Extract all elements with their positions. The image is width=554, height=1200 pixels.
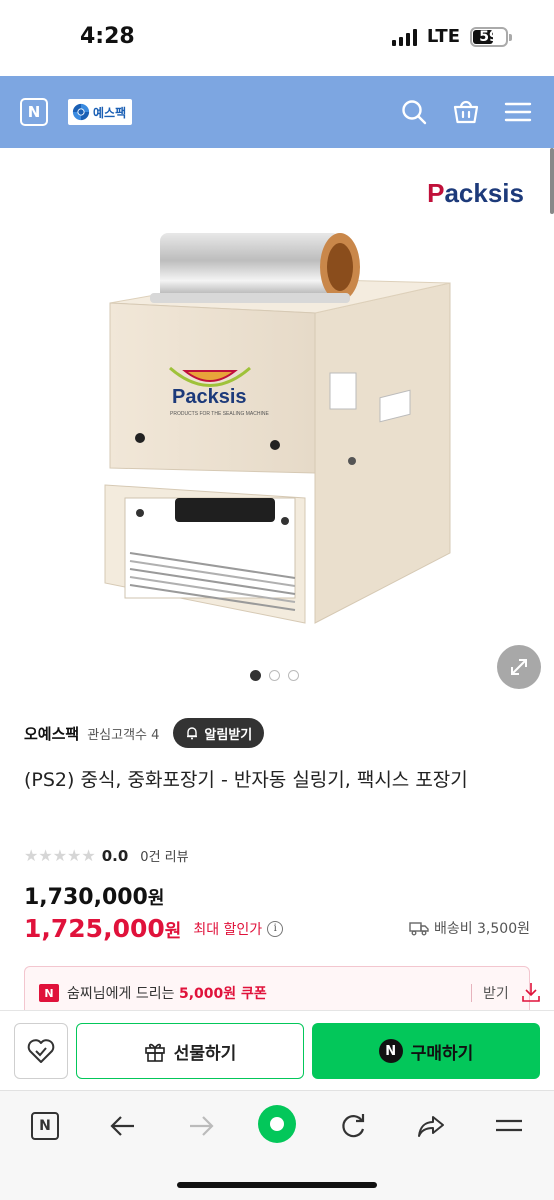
battery-level: 59 [479, 28, 499, 45]
store-fans-count: 관심고객수 4 [87, 727, 160, 743]
status-time: 4:28 [80, 24, 135, 49]
wishlist-button[interactable] [14, 1023, 68, 1079]
bell-plus-icon [187, 727, 198, 740]
carousel-indicator [250, 670, 299, 681]
status-indicators: LTE 59 [391, 26, 512, 47]
green-dot-icon[interactable] [258, 1105, 296, 1143]
carousel-dot-2[interactable] [269, 670, 280, 681]
naver-pay-icon: N [378, 1039, 403, 1063]
search-icon[interactable] [400, 98, 428, 126]
download-icon[interactable] [521, 981, 541, 1003]
share-icon[interactable] [414, 1109, 448, 1143]
coupon-divider [471, 984, 472, 1002]
shopping-bag-icon[interactable] [452, 98, 480, 126]
machine-logo-text: Packsis [172, 386, 247, 408]
product-title: (PS2) 중식, 중화포장기 - 반자동 실링기, 팩시스 포장기 [24, 769, 468, 791]
expand-icon [511, 659, 527, 675]
signal-icon [391, 28, 417, 46]
delivery-truck-icon [409, 922, 429, 936]
carousel-dot-3[interactable] [288, 670, 299, 681]
heart-check-icon [27, 1039, 55, 1063]
n-home-icon[interactable]: N [28, 1109, 62, 1143]
machine-logo-caption: PRODUCTS FOR THE SEALING MACHINE [170, 411, 269, 417]
store-logo[interactable]: 예스팩 [68, 99, 132, 125]
naver-badge-icon: N [39, 984, 59, 1002]
menu-icon[interactable] [504, 98, 532, 126]
gift-label: 선물하기 [173, 1043, 237, 1064]
network-label: LTE [426, 26, 460, 47]
store-name[interactable]: 오예스팩 [24, 723, 79, 744]
rating-stars-icon: ★★★★★ [24, 846, 96, 865]
buy-button[interactable]: N 구매하기 [312, 1023, 540, 1079]
rating-row: ★★★★★ 0.0 0건 리뷰 [24, 846, 189, 865]
shipping-fee-text: 배송비 3,500원 [433, 921, 530, 937]
review-count-link[interactable]: 0건 리뷰 [140, 846, 188, 865]
rating-value: 0.0 [101, 846, 129, 865]
gift-icon [144, 1043, 165, 1062]
battery-icon: 59 [470, 26, 512, 47]
coupon-get-label[interactable]: 받기 [483, 983, 509, 1003]
carousel-dot-1[interactable] [250, 670, 261, 681]
status-bar: 4:28 LTE 59 [0, 0, 554, 76]
shipping-fee: 배송비 3,500원 [409, 918, 530, 938]
back-arrow-icon[interactable] [106, 1109, 140, 1143]
brand-mark-icon [72, 103, 90, 121]
sale-price-row: 1,725,000원 최대 할인가 i [24, 914, 284, 943]
max-discount-label: 최대 할인가 [193, 921, 263, 938]
brand-name: 예스팩 [93, 105, 127, 120]
forward-arrow-icon[interactable] [184, 1109, 218, 1143]
sale-price: 1,725,000원 [24, 914, 182, 943]
alarm-subscribe-button[interactable]: 알림받기 [173, 718, 265, 748]
naver-n-logo[interactable]: N [20, 98, 48, 126]
buy-label: 구매하기 [410, 1043, 474, 1064]
menu-icon[interactable] [492, 1109, 526, 1143]
home-indicator[interactable] [177, 1182, 377, 1188]
store-header: N 예스팩 [0, 76, 554, 148]
original-price: 1,730,000원 [24, 885, 165, 910]
alarm-label: 알림받기 [204, 727, 253, 743]
gift-button[interactable]: 선물하기 [76, 1023, 304, 1079]
packsis-logo: Packsis [427, 178, 524, 208]
info-icon[interactable]: i [267, 920, 284, 937]
page-scrollbar[interactable] [550, 148, 554, 214]
purchase-bar: 선물하기 N 구매하기 [0, 1010, 554, 1090]
reload-icon[interactable] [336, 1109, 370, 1143]
product-image-carousel[interactable]: Packsis Packsis PRODUCTS FOR THE SEALING… [0, 148, 554, 700]
store-info-row: 오예스팩 관심고객수 4 알림받기 [24, 718, 265, 748]
product-machine-image: Packsis PRODUCTS FOR THE SEALING MACHINE [104, 233, 451, 624]
expand-image-button[interactable] [497, 645, 541, 689]
coupon-text: 숨찌님에게 드리는 5,000원 쿠폰 [67, 986, 267, 1002]
